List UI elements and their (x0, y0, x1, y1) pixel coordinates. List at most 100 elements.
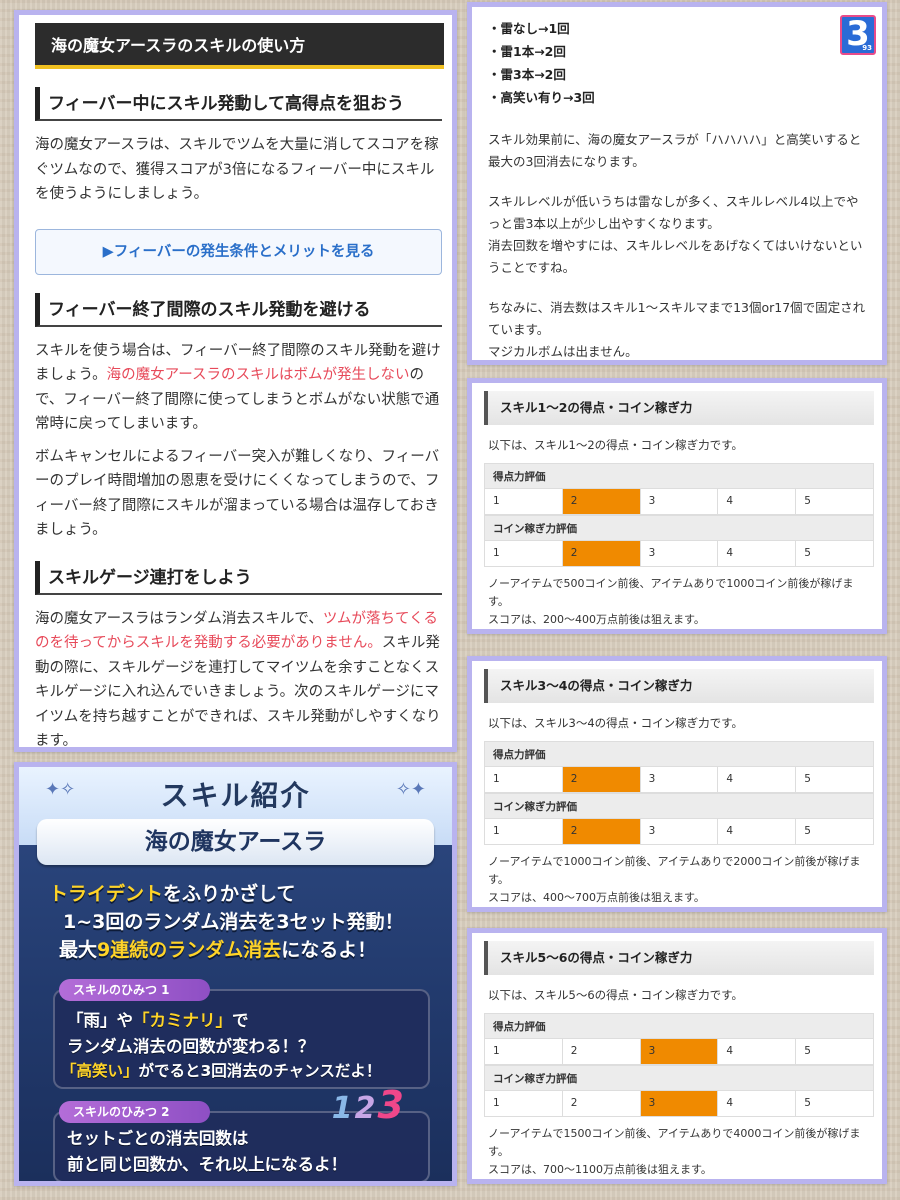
score-card-heading: スキル1～2の得点・コイン稼ぎ力 (484, 391, 874, 425)
rating-cell: 1 (485, 1091, 563, 1117)
rating-cell: 2 (562, 767, 641, 793)
score-card-intro: 以下は、スキル3～4の得点・コイン稼ぎ力です。 (488, 716, 743, 730)
rating-cell: 2 (562, 489, 641, 515)
article-card-usage: 海の魔女アースラのスキルの使い方 フィーバー中にスキル発動して高得点を狙おう 海… (14, 10, 457, 752)
text-segment: 9連続のランダム消去 (97, 939, 282, 961)
paragraph-increase: 消去回数を増やすには、スキルレベルをあげなくてはいけないということですね。 (488, 238, 863, 275)
text-segment: 「カミナリ」 (133, 1011, 232, 1030)
number-graphic-123: 123 (332, 1083, 406, 1127)
rating-cell: 1 (485, 767, 563, 793)
coin-rating-row: 1 2 3 4 5 (484, 1091, 874, 1117)
score-note-coins: ノーアイテムで1500コイン前後、アイテムありで4000コイン前後が稼げます。 (488, 1127, 861, 1158)
rating-cell: 3 (640, 819, 719, 845)
rating-cell: 5 (796, 767, 874, 793)
score-card-heading: スキル3～4の得点・コイン稼ぎ力 (484, 669, 874, 703)
score-rating-row: 1 2 3 4 5 (484, 767, 874, 793)
coin-rating-row: 1 2 3 4 5 (484, 541, 874, 567)
rating-cell: 4 (718, 819, 797, 845)
rating-cell: 1 (485, 541, 563, 567)
number-1: 1 (331, 1091, 355, 1126)
number-2: 2 (354, 1091, 378, 1126)
rating-cell: 3 (640, 489, 719, 515)
rating-cell: 2 (562, 1091, 641, 1117)
score-rating-label: 得点力評価 (484, 1013, 874, 1039)
bullet-item: ・雷1本→2回 (488, 44, 566, 59)
text-segment: がでると3回消去のチャンスだよ！ (138, 1062, 382, 1080)
badge-small: 93 (862, 44, 872, 52)
section-heading-avoid-end: フィーバー終了間際のスキル発動を避ける (35, 292, 442, 327)
score-note-score: スコアは、200～400万点前後は狙えます。 (488, 613, 705, 626)
number-3: 3 (377, 1083, 406, 1127)
skill-banner-title: スキル紹介 (160, 779, 311, 812)
rating-cell: 5 (796, 819, 874, 845)
secret-panel-1: 「雨」や「カミナリ」で ランダム消去の回数が変わる！？ 「高笑い」がでると3回消… (53, 989, 430, 1089)
coin-rating-label: コイン稼ぎ力評価 (484, 515, 874, 541)
score-card-skill-3-4: スキル3～4の得点・コイン稼ぎ力 以下は、スキル3～4の得点・コイン稼ぎ力です。… (467, 656, 887, 912)
rating-cell: 2 (562, 541, 641, 567)
rating-cell: 1 (485, 489, 563, 515)
score-note-score: スコアは、700～1100万点前後は狙えます。 (488, 1163, 712, 1176)
coin-rating-label: コイン稼ぎ力評価 (484, 793, 874, 819)
text-segment: 海の魔女アースラはランダム消去スキルで、 (35, 610, 323, 627)
text-segment: や (116, 1011, 134, 1030)
text-segment: スキル発動の際に、スキルゲージを連打してマイツムを余すことなくスキルゲージに入れ… (35, 635, 441, 749)
secret-tag-2: スキルのひみつ 2 (59, 1101, 210, 1123)
sparkle-icon: ✧✦ (395, 779, 426, 800)
page-number-badge: 3 93 (840, 15, 876, 55)
rating-cell: 5 (796, 489, 874, 515)
section-heading-fever: フィーバー中にスキル発動して高得点を狙おう (35, 87, 442, 121)
skill-desc-line-3: 最大9連続のランダム消去になるよ！ (59, 935, 376, 962)
rating-cell: 5 (796, 1039, 874, 1065)
rating-cell: 4 (718, 767, 797, 793)
bullet-item: ・高笑い有り→3回 (488, 90, 595, 105)
skill-intro-image: ✦✧ スキル紹介 ✧✦ 海の魔女アースラ トライデントをふりかざして 1~3回の… (14, 762, 457, 1186)
character-name: 海の魔女アースラ (37, 819, 434, 865)
rating-cell: 3 (640, 1091, 719, 1117)
paragraph-avoid-end: スキルを使う場合は、フィーバー終了間際のスキル発動を避けましょう。海の魔女アース… (35, 339, 442, 437)
secret1-line-1: 「雨」や「カミナリ」で (67, 1007, 249, 1031)
rating-cell: 3 (640, 767, 719, 793)
score-card-intro: 以下は、スキル5～6の得点・コイン稼ぎ力です。 (488, 988, 743, 1002)
secret-tag-1: スキルのひみつ 1 (59, 979, 210, 1001)
text-segment: トライデント (49, 883, 164, 905)
section-heading-gauge: スキルゲージ連打をしよう (35, 560, 442, 595)
score-note-coins: ノーアイテムで500コイン前後、アイテムありで1000コイン前後が稼げます。 (488, 577, 854, 608)
fever-conditions-link[interactable]: ▶フィーバーの発生条件とメリットを見る (35, 228, 442, 275)
text-segment: 「高笑い」 (61, 1062, 139, 1080)
rating-cell: 4 (718, 1039, 797, 1065)
rating-cell: 5 (796, 1091, 874, 1117)
paragraph-laugh: スキル効果前に、海の魔女アースラが「ハハハハ」と高笑いすると最大の3回消去になり… (488, 132, 862, 169)
skill-desc-line-2: 1~3回のランダム消去を3セット発動！ (63, 911, 404, 933)
secret1-line-2: ランダム消去の回数が変わる！？ (67, 1037, 315, 1056)
score-card-intro: 以下は、スキル1～2の得点・コイン稼ぎ力です。 (488, 438, 743, 452)
paragraph-magical-bomb: マジカルボムは出ません。 (488, 344, 638, 359)
secret2-line-1: セットごとの消去回数は (67, 1129, 249, 1148)
skill-detail-card: 3 93 ・雷なし→1回 ・雷1本→2回 ・雷3本→2回 ・高笑い有り→3回 スキ… (467, 2, 887, 365)
secret1-line-3: 「高笑い」がでると3回消去のチャンスだよ！ (61, 1059, 381, 1081)
bullet-item: ・雷3本→2回 (488, 67, 566, 82)
bullet-item: ・雷なし→1回 (488, 21, 570, 36)
paragraph-bomb-cancel: ボムキャンセルによるフィーバー突入が難しくなり、フィーバーのプレイ時間増加の恩恵… (35, 448, 440, 539)
score-rating-label: 得点力評価 (484, 463, 874, 489)
secret2-line-2: 前と同じ回数か、それ以上になるよ！ (67, 1155, 348, 1174)
score-note-coins: ノーアイテムで1000コイン前後、アイテムありで2000コイン前後が稼げます。 (488, 855, 861, 886)
rating-cell: 4 (718, 1091, 797, 1117)
rating-cell: 2 (562, 1039, 641, 1065)
paragraph-fever: 海の魔女アースラは、スキルでツムを大量に消してスコアを稼ぐツムなので、獲得スコア… (35, 137, 439, 202)
rating-cell: 1 (485, 819, 563, 845)
rating-cell: 1 (485, 1039, 563, 1065)
text-segment: 「雨」 (67, 1011, 117, 1030)
score-rating-row: 1 2 3 4 5 (484, 489, 874, 515)
rating-cell: 2 (562, 819, 641, 845)
text-segment: になるよ！ (281, 939, 377, 961)
skill-desc-line-1: トライデントをふりかざして (49, 879, 295, 906)
rating-cell: 3 (640, 1039, 719, 1065)
score-rating-label: 得点力評価 (484, 741, 874, 767)
score-card-skill-1-2: スキル1～2の得点・コイン稼ぎ力 以下は、スキル1～2の得点・コイン稼ぎ力です。… (467, 378, 887, 634)
paragraph-skill-level: スキルレベルが低いうちは雷なしが多く、スキルレベル4以上でやっと雷3本以上が少し… (488, 194, 859, 231)
paragraph-gauge: 海の魔女アースラはランダム消去スキルで、ツムが落ちてくるのを待ってからスキルを発… (35, 607, 442, 749)
score-note-score: スコアは、400～700万点前後は狙えます。 (488, 891, 705, 904)
score-card-heading: スキル5～6の得点・コイン稼ぎ力 (484, 941, 874, 975)
sparkle-icon: ✦✧ (45, 779, 76, 800)
highlight-text: 海の魔女アースラのスキルはボムが発生しない (106, 367, 410, 383)
